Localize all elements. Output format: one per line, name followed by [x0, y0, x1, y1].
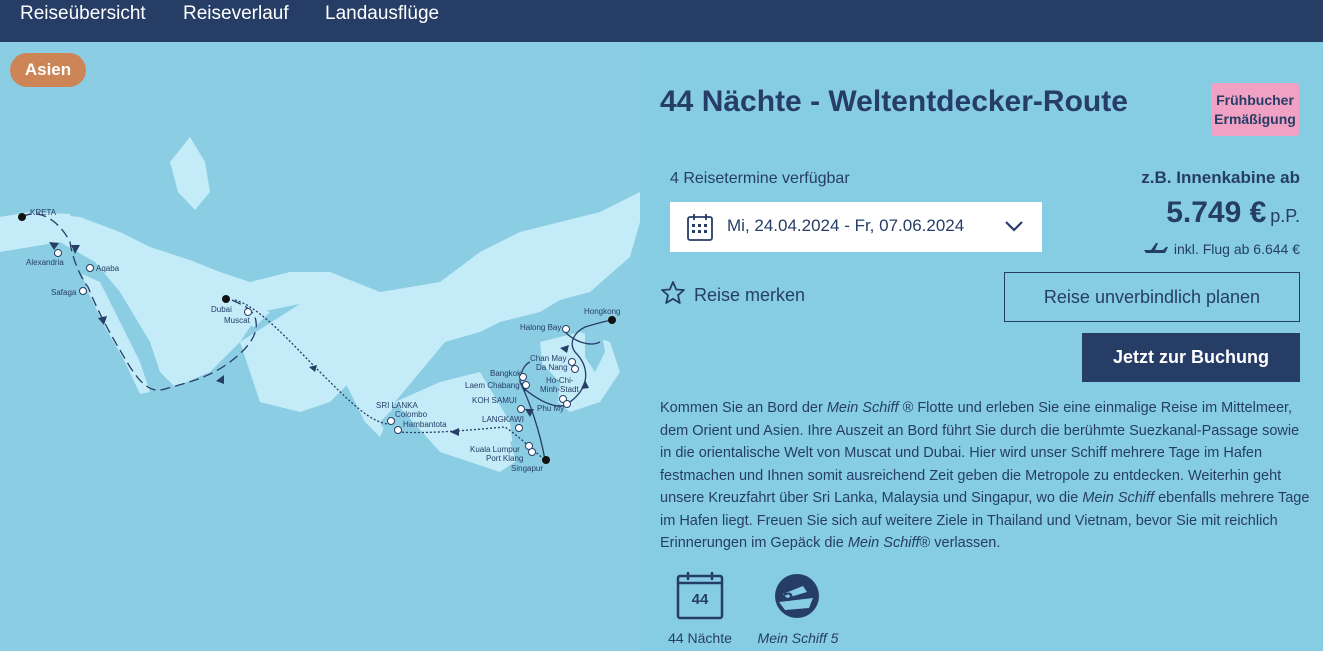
- route-map: KRETA Alexandria Aqaba Safaga Dubai Musc…: [0, 42, 640, 651]
- port-label: Ho-Chi-: [546, 376, 574, 385]
- calendar-icon: [686, 212, 714, 247]
- region-badge: Asien: [10, 53, 86, 87]
- watchlist-button[interactable]: Reise merken: [660, 280, 805, 311]
- description-text: Kommen Sie an Bord der: [660, 400, 827, 416]
- port-label: Aqaba: [96, 264, 120, 273]
- port-label: KOH SAMUI: [472, 396, 517, 405]
- price-amount: 5.749 €: [1166, 196, 1267, 229]
- nights-value: 44: [691, 591, 709, 608]
- ship-label: Mein Schiff 5: [757, 630, 839, 646]
- port-label: LANGKAWI: [482, 415, 524, 424]
- port-label: KRETA: [30, 208, 57, 217]
- nights-label: 44 Nächte: [668, 630, 732, 646]
- port-label: Bangkok: [490, 369, 522, 378]
- port-label: Port Klang: [486, 454, 523, 463]
- port-label: SRI LANKA: [376, 401, 418, 410]
- nav-tab-reiseuebersicht[interactable]: Reiseübersicht: [20, 3, 146, 25]
- port-label: Colombo: [395, 410, 428, 419]
- port-label: Hambantota: [403, 420, 447, 429]
- port-label: Minh-Stadt: [540, 385, 579, 394]
- map-land: [0, 42, 640, 651]
- trip-panel: 44 Nächte - Weltentdecker-Route Frühbuch…: [640, 42, 1323, 651]
- port-label: Halong Bay: [520, 323, 561, 332]
- chevron-down-icon: [1004, 219, 1024, 238]
- ship-name-text: Mein Schiff: [847, 535, 920, 551]
- port-label: Muscat: [224, 316, 251, 325]
- description-text: ® verlassen.: [919, 535, 1001, 551]
- dates-available-label: 4 Reisetermine verfügbar: [670, 170, 850, 187]
- port-label: Laem Chabang: [465, 381, 520, 390]
- book-now-button[interactable]: Jetzt zur Buchung: [1082, 333, 1300, 382]
- selected-date: Mi, 24.04.2024 - Fr, 07.06.2024: [727, 216, 965, 235]
- port-label: Da Nang: [536, 363, 568, 372]
- flight-note: inkl. Flug ab 6.644 €: [1143, 240, 1300, 257]
- ship-name-text: Mein Schiff: [1082, 490, 1155, 506]
- port-label: Dubai: [211, 305, 232, 314]
- plan-trip-button[interactable]: Reise unverbindlich planen: [1004, 272, 1300, 322]
- date-dropdown[interactable]: Mi, 24.04.2024 - Fr, 07.06.2024: [670, 202, 1042, 252]
- port-label: Singapur: [511, 464, 543, 473]
- port-label: Phu My: [537, 404, 564, 413]
- map-svg: KRETA Alexandria Aqaba Safaga Dubai Musc…: [0, 42, 640, 651]
- trip-description: Kommen Sie an Bord der Mein Schiff ® Flo…: [660, 397, 1310, 555]
- port-label: Safaga: [51, 288, 77, 297]
- port-label: Chan May: [530, 354, 566, 363]
- promo-badge: Frühbucher Ermäßigung: [1211, 83, 1299, 136]
- price-unit: p.P.: [1270, 206, 1300, 226]
- price-label: z.B. Innenkabine ab: [1141, 168, 1300, 187]
- flight-note-text: inkl. Flug ab 6.644 €: [1173, 240, 1300, 257]
- trip-title: 44 Nächte - Weltentdecker-Route: [660, 85, 1128, 118]
- nav-tab-reiseverlauf[interactable]: Reiseverlauf: [183, 3, 289, 25]
- port-label: Hongkong: [584, 307, 620, 316]
- ship-name-text: Mein Schiff: [826, 400, 899, 416]
- top-navigation: Reiseübersicht Reiseverlauf Landausflüge: [0, 0, 1323, 42]
- promo-line-1: Frühbucher: [1216, 91, 1294, 108]
- price: 5.749 € p.P.: [1166, 196, 1300, 230]
- nav-tab-landausfluege[interactable]: Landausflüge: [325, 3, 439, 25]
- airplane-icon: [1143, 240, 1169, 257]
- port-label: Alexandria: [26, 258, 64, 267]
- star-icon: [660, 280, 686, 311]
- promo-line-2: Ermäßigung: [1214, 110, 1296, 127]
- watchlist-label: Reise merken: [694, 285, 806, 305]
- port-label: Kuala Lumpur: [470, 445, 520, 454]
- ship-number: 5: [782, 585, 793, 605]
